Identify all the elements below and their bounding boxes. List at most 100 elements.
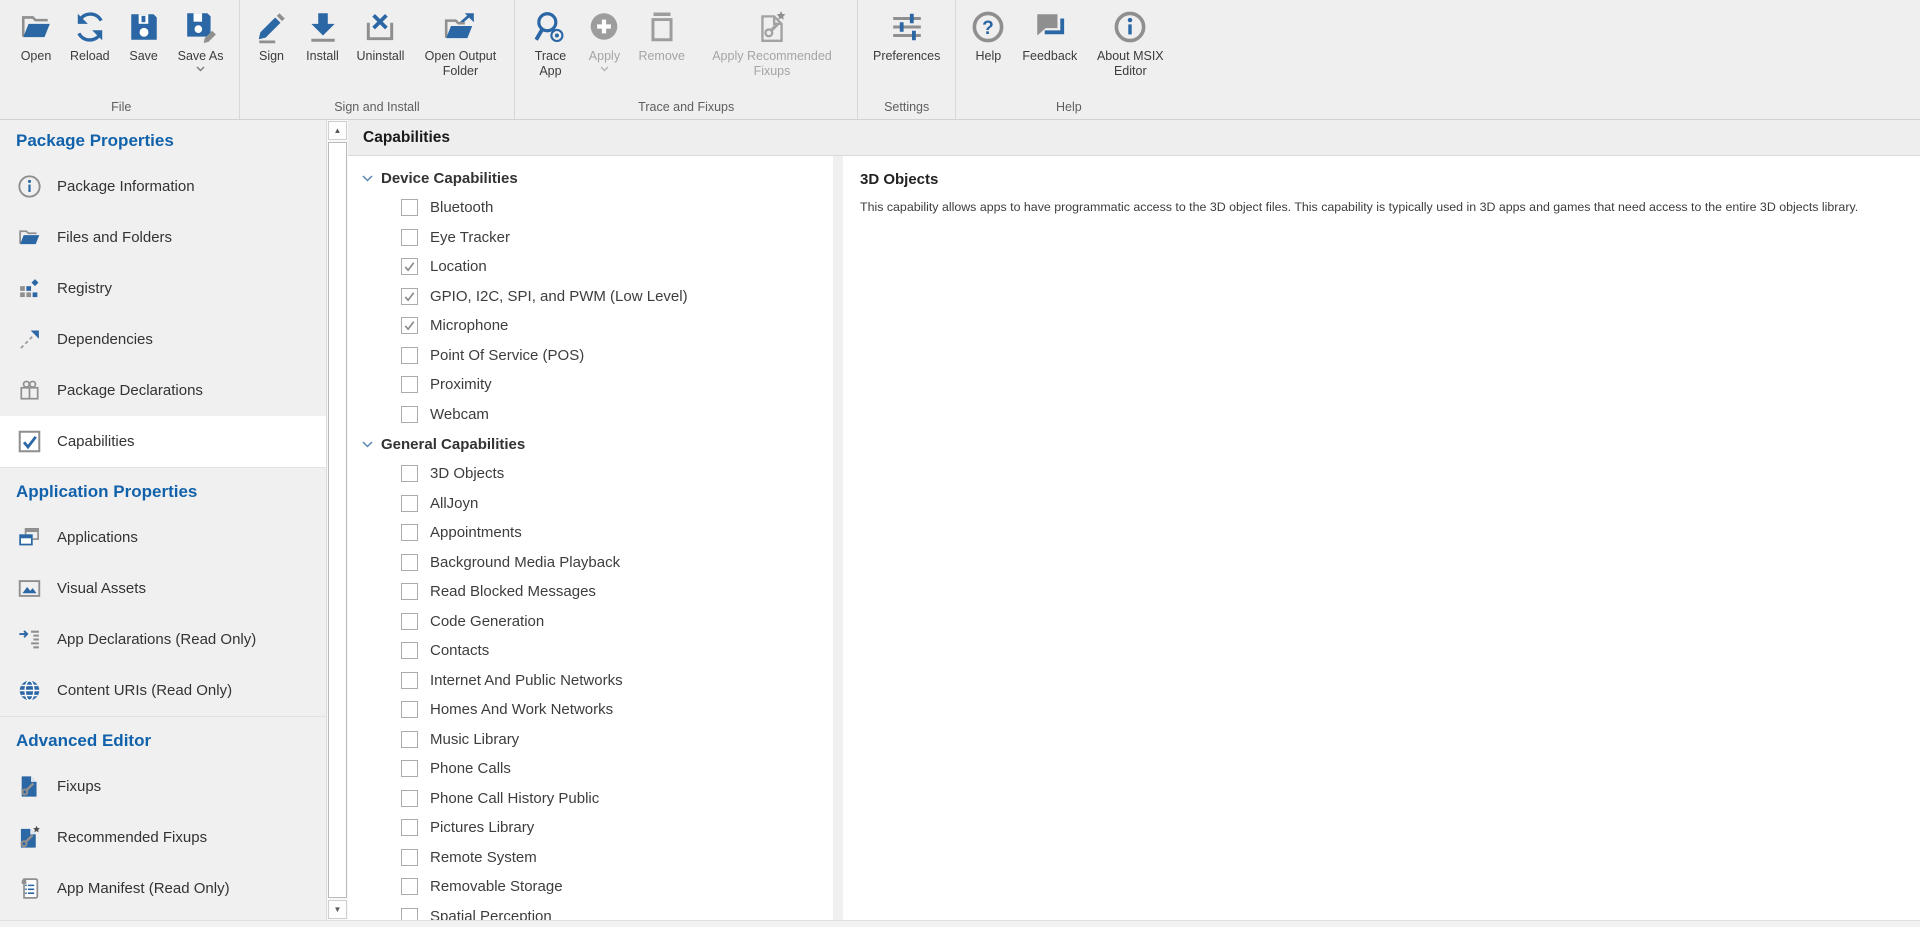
dependencies-icon (17, 327, 42, 352)
tree-item-spatial-perception[interactable]: Spatial Perception (348, 902, 833, 921)
sidebar-item-capabilities[interactable]: Capabilities (0, 416, 326, 467)
sidebar-item-dependencies[interactable]: Dependencies (0, 314, 326, 365)
checkbox-phone-call-history-public[interactable] (401, 790, 418, 807)
sidebar-item-recommended-fixups[interactable]: Recommended Fixups (0, 812, 326, 863)
sidebar-item-applications[interactable]: Applications (0, 512, 326, 563)
tree-item-label: Music Library (430, 731, 519, 748)
reload-button[interactable]: Reload (63, 7, 117, 64)
chevron-down-icon[interactable] (362, 175, 373, 182)
checkbox-bluetooth[interactable] (401, 199, 418, 216)
tree-item-internet-and-public-networks[interactable]: Internet And Public Networks (348, 666, 833, 696)
sidebar-item-app-declarations-read-only[interactable]: App Declarations (Read Only) (0, 614, 326, 665)
checkbox-contacts[interactable] (401, 642, 418, 659)
sidebar-item-visual-assets[interactable]: Visual Assets (0, 563, 326, 614)
tree-item-location[interactable]: Location (348, 252, 833, 282)
tree-group-device-capabilities[interactable]: Device Capabilities (348, 163, 833, 193)
tree-item-contacts[interactable]: Contacts (348, 636, 833, 666)
sidebar-item-registry[interactable]: Registry (0, 263, 326, 314)
tree-item-read-blocked-messages[interactable]: Read Blocked Messages (348, 577, 833, 607)
tree-item-label: Appointments (430, 524, 522, 541)
tree-item-music-library[interactable]: Music Library (348, 725, 833, 755)
trace-app-button[interactable]: Trace App (523, 7, 577, 80)
install-button[interactable]: Install (299, 7, 347, 64)
scrollbar-thumb[interactable] (328, 142, 347, 898)
capability-detail-title: 3D Objects (860, 171, 1896, 188)
tree-item-3d-objects[interactable]: 3D Objects (348, 459, 833, 489)
tree-item-proximity[interactable]: Proximity (348, 370, 833, 400)
sidebar-item-content-uris-read-only[interactable]: Content URIs (Read Only) (0, 665, 326, 716)
help-question-icon: ? (971, 10, 1005, 44)
tree-item-label: Spatial Perception (430, 908, 552, 920)
apply-button[interactable]: Apply (580, 7, 628, 72)
checkbox-webcam[interactable] (401, 406, 418, 423)
checkbox-alljoyn[interactable] (401, 495, 418, 512)
sign-button[interactable]: Sign (248, 7, 296, 64)
tree-item-point-of-service-pos[interactable]: Point Of Service (POS) (348, 341, 833, 371)
tree-item-phone-call-history-public[interactable]: Phone Call History Public (348, 784, 833, 814)
checkbox-3d-objects[interactable] (401, 465, 418, 482)
toolbar-button-label: Install (306, 49, 339, 64)
tree-item-webcam[interactable]: Webcam (348, 400, 833, 430)
checkbox-removable-storage[interactable] (401, 878, 418, 895)
tree-item-gpio-i2c-spi-and-pwm-low-level[interactable]: GPIO, I2C, SPI, and PWM (Low Level) (348, 282, 833, 312)
checkbox-read-blocked-messages[interactable] (401, 583, 418, 600)
app-body: Package PropertiesPackage InformationFil… (0, 120, 1920, 920)
checkbox-proximity[interactable] (401, 376, 418, 393)
checkbox-music-library[interactable] (401, 731, 418, 748)
preferences-button[interactable]: Preferences (866, 7, 947, 64)
capabilities-tree: Device CapabilitiesBluetoothEye TrackerL… (348, 156, 833, 920)
remove-button[interactable]: Remove (631, 7, 692, 64)
checkbox-internet-and-public-networks[interactable] (401, 672, 418, 689)
sidebar-item-fixups[interactable]: Fixups (0, 761, 326, 812)
checkbox-eye-tracker[interactable] (401, 229, 418, 246)
sidebar-scrollbar[interactable]: ▲ ▼ (326, 120, 348, 920)
sidebar-item-files-and-folders[interactable]: Files and Folders (0, 212, 326, 263)
sidebar-item-app-manifest-read-only[interactable]: App Manifest (Read Only) (0, 863, 326, 914)
tree-item-remote-system[interactable]: Remote System (348, 843, 833, 873)
help-button[interactable]: ?Help (964, 7, 1012, 64)
tree-item-alljoyn[interactable]: AllJoyn (348, 489, 833, 519)
tree-item-bluetooth[interactable]: Bluetooth (348, 193, 833, 223)
open-output-folder-button[interactable]: Open Output Folder (414, 7, 506, 80)
checkbox-phone-calls[interactable] (401, 760, 418, 777)
feedback-button[interactable]: Feedback (1015, 7, 1084, 64)
checkbox-location[interactable] (401, 258, 418, 275)
checkbox-gpio-i2c-spi-and-pwm-low-level[interactable] (401, 288, 418, 305)
apply-recommended-fixups-button[interactable]: Apply Recommended Fixups (695, 7, 849, 80)
tree-item-background-media-playback[interactable]: Background Media Playback (348, 548, 833, 578)
tree-item-pictures-library[interactable]: Pictures Library (348, 813, 833, 843)
chevron-down-icon[interactable] (362, 441, 373, 448)
uninstall-button[interactable]: Uninstall (350, 7, 412, 64)
registry-icon (17, 276, 42, 301)
tree-item-appointments[interactable]: Appointments (348, 518, 833, 548)
checkbox-code-generation[interactable] (401, 613, 418, 630)
sidebar-item-package-information[interactable]: Package Information (0, 161, 326, 212)
open-button[interactable]: Open (12, 7, 60, 64)
checkbox-remote-system[interactable] (401, 849, 418, 866)
sidebar-section-package-properties: Package PropertiesPackage InformationFil… (0, 120, 326, 467)
sidebar-item-package-declarations[interactable]: Package Declarations (0, 365, 326, 416)
tree-item-eye-tracker[interactable]: Eye Tracker (348, 223, 833, 253)
toolbar-group-trace-and-fixups: Trace AppApplyRemoveApply Recommended Fi… (515, 0, 857, 119)
toolbar-group-label: Trace and Fixups (515, 98, 857, 119)
scroll-down-icon[interactable]: ▼ (328, 900, 347, 919)
save-button[interactable]: Save (120, 7, 168, 64)
checkbox-spatial-perception[interactable] (401, 908, 418, 920)
checkbox-homes-and-work-networks[interactable] (401, 701, 418, 718)
checkbox-background-media-playback[interactable] (401, 554, 418, 571)
tree-item-microphone[interactable]: Microphone (348, 311, 833, 341)
scroll-up-icon[interactable]: ▲ (328, 121, 347, 140)
tree-item-code-generation[interactable]: Code Generation (348, 607, 833, 637)
checkbox-pictures-library[interactable] (401, 819, 418, 836)
save-as-button[interactable]: Save As (171, 7, 231, 72)
save-icon (127, 10, 161, 44)
about-msix-editor-button[interactable]: About MSIX Editor (1087, 7, 1173, 80)
tree-item-phone-calls[interactable]: Phone Calls (348, 754, 833, 784)
checkbox-microphone[interactable] (401, 317, 418, 334)
tree-item-removable-storage[interactable]: Removable Storage (348, 872, 833, 902)
tree-item-homes-and-work-networks[interactable]: Homes And Work Networks (348, 695, 833, 725)
checkbox-point-of-service-pos[interactable] (401, 347, 418, 364)
tree-group-general-capabilities[interactable]: General Capabilities (348, 429, 833, 459)
tree-item-label: Remote System (430, 849, 537, 866)
checkbox-appointments[interactable] (401, 524, 418, 541)
